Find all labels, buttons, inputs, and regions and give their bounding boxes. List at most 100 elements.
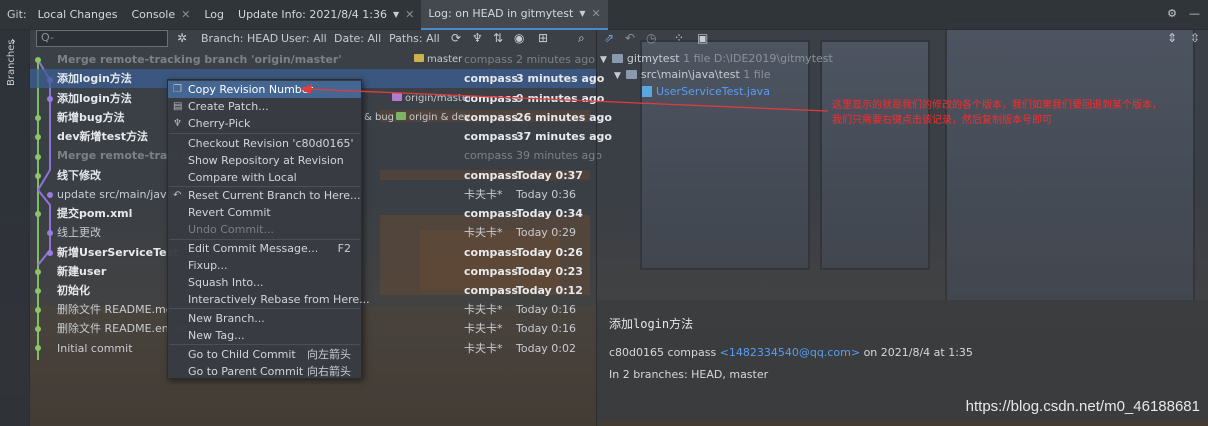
tag-icon <box>414 54 424 62</box>
tree-node-folder[interactable]: ▼ src\main\java\test 1 file <box>614 67 771 83</box>
tab-local-changes-label: Local Changes <box>37 8 118 21</box>
date-filter[interactable]: Date: All <box>334 32 381 45</box>
expand-triangle-icon[interactable]: ▼ <box>614 71 621 81</box>
tag-icon <box>392 93 402 101</box>
tree-node-root[interactable]: ▼ gitmytest 1 file D:\IDE2019\gitmytest <box>600 51 833 67</box>
menu-item-cherry-pick[interactable]: ♆ Cherry-Pick <box>168 115 361 132</box>
menu-item-create-patch[interactable]: ▤ Create Patch... <box>168 98 361 115</box>
git-label: Git: <box>7 8 27 21</box>
tab-console-label: Console <box>131 8 176 21</box>
menu-item-reset-branch[interactable]: ↶ Reset Current Branch to Here... <box>168 187 361 204</box>
collapse-all-icon[interactable]: ⇳ <box>1190 31 1200 45</box>
branch-tag: origin/master <box>392 89 472 108</box>
menu-item-show-repository[interactable]: Show Repository at Revision <box>168 152 361 169</box>
menu-item-new-branch[interactable]: New Branch... <box>168 310 361 327</box>
chevron-down-icon[interactable]: ▼ <box>579 9 585 18</box>
settings-icon[interactable]: ✲ <box>177 31 187 45</box>
menu-item-label: Cherry-Pick <box>188 117 251 130</box>
expand-all-icon[interactable]: ⇕ <box>1167 31 1177 45</box>
tab-log[interactable]: Log <box>197 0 231 30</box>
branches-label[interactable]: Branches <box>6 39 17 86</box>
commit-date: Today 0:29 <box>516 226 577 239</box>
close-icon[interactable]: ✕ <box>181 8 190 21</box>
close-icon[interactable]: ✕ <box>405 8 414 21</box>
tag-label: origin/master <box>405 93 473 104</box>
branches-strip: › Branches <box>0 30 30 426</box>
menu-item-new-tag[interactable]: New Tag... <box>168 327 361 344</box>
undo-icon: ↶ <box>173 190 182 201</box>
menu-item-go-parent[interactable]: Go to Parent Commit 向右箭头 <box>168 363 361 380</box>
refresh-icon[interactable]: ⟳ <box>451 31 461 45</box>
menu-item-go-child[interactable]: Go to Child Commit 向左箭头 <box>168 346 361 363</box>
open-new-tab-icon[interactable]: ⊞ <box>538 31 548 45</box>
menu-item-squash[interactable]: Squash Into... <box>168 274 361 291</box>
menu-item-rebase[interactable]: Interactively Rebase from Here... <box>168 291 370 308</box>
menu-item-checkout-revision[interactable]: Checkout Revision 'c80d0165' <box>168 135 361 152</box>
back-icon[interactable]: ↶ <box>625 31 635 45</box>
expand-triangle-icon[interactable]: ▼ <box>600 55 607 65</box>
menu-item-edit-message[interactable]: Edit Commit Message... F2 <box>168 240 361 257</box>
minimize-icon[interactable]: — <box>1189 7 1200 20</box>
eye-icon[interactable]: ◉ <box>514 31 524 45</box>
menu-item-label: New Branch... <box>188 312 265 325</box>
tab-console[interactable]: Console ✕ <box>124 0 197 30</box>
menu-item-compare-local[interactable]: Compare with Local <box>168 169 361 186</box>
menu-item-label: Go to Child Commit <box>188 348 296 361</box>
search-input[interactable]: Q- <box>36 30 168 47</box>
commit-author: compass <box>464 72 518 85</box>
tab-log-head[interactable]: Log: on HEAD in gitmytest ▼ ✕ <box>421 0 608 30</box>
pin-icon[interactable]: ⇗ <box>604 31 614 45</box>
commit-details-title: 添加login方法 <box>609 317 694 331</box>
layout-icon[interactable]: ▣ <box>697 31 708 45</box>
user-filter[interactable]: User: All <box>281 32 327 45</box>
close-icon[interactable]: ✕ <box>592 7 601 20</box>
branch-filter[interactable]: Branch: HEAD <box>201 32 278 45</box>
commit-date: 39 minutes ago <box>516 149 602 162</box>
cherry-pick-icon[interactable]: ♆ <box>472 31 483 45</box>
annotation-line: 这里显示的就是我们的修改的各个版本，我们如果我们要回退到某个版本， <box>832 100 1162 111</box>
tabbar-actions: ⚙ — <box>1167 7 1200 20</box>
commit-date: Today 0:26 <box>516 246 583 259</box>
tab-update-info[interactable]: Update Info: 2021/8/4 1:36 ▼ ✕ <box>231 0 421 30</box>
commit-author: compass <box>464 149 513 162</box>
tab-log-head-label: Log: on HEAD in gitmytest <box>428 7 574 20</box>
commit-author: compass <box>464 284 518 297</box>
commit-author: 卡夫卡* <box>464 342 503 355</box>
search-icon[interactable]: ⌕ <box>578 31 585 46</box>
commit-email-link[interactable]: <1482334540@qq.com> <box>720 346 860 359</box>
gear-icon[interactable]: ⚙ <box>1167 7 1177 20</box>
tab-local-changes[interactable]: Local Changes <box>31 0 125 30</box>
tag-label: master <box>427 54 463 65</box>
sort-icon[interactable]: ⇅ <box>493 31 503 45</box>
commit-branches: In 2 branches: HEAD, master <box>609 368 769 381</box>
commit-author: compass <box>464 265 518 278</box>
commit-author: 卡夫卡* <box>464 303 503 316</box>
paths-filter[interactable]: Paths: All <box>389 32 440 45</box>
commit-date-text: on 2021/8/4 at 1:35 <box>863 346 973 359</box>
menu-item-undo-commit[interactable]: Undo Commit... <box>168 221 361 238</box>
commit-date: 26 minutes ago <box>516 111 612 124</box>
tab-update-info-label: Update Info: 2021/8/4 1:36 <box>238 8 387 21</box>
tree-node-file[interactable]: UserServiceTest.java <box>642 84 770 100</box>
commit-author: compass <box>464 111 518 124</box>
tree-file-label: UserServiceTest.java <box>656 85 770 98</box>
menu-item-label: Show Repository at Revision <box>188 154 344 167</box>
annotation-line: 我们只需要右键点击该记录，然后复制版本号即可 <box>832 115 1052 126</box>
commit-author: compass <box>464 53 513 66</box>
commit-author: compass <box>464 130 518 143</box>
patch-icon: ▤ <box>173 101 183 112</box>
chevron-down-icon[interactable]: ▼ <box>393 10 399 19</box>
menu-separator <box>169 344 360 345</box>
history-icon[interactable]: ◷ <box>646 31 656 45</box>
menu-shortcut: 向左箭头 <box>307 348 351 361</box>
commit-details-author-line: c80d0165 compass <1482334540@qq.com> on … <box>609 346 973 359</box>
tree-folder-label: src\main\java\test <box>640 68 740 81</box>
menu-item-revert-commit[interactable]: Revert Commit <box>168 204 361 221</box>
group-icon[interactable]: ⁘ <box>674 31 684 45</box>
table-row[interactable]: Merge remote-tracking branch 'origin/mas… <box>30 50 596 69</box>
menu-item-label: Compare with Local <box>188 171 297 184</box>
menu-item-fixup[interactable]: Fixup... <box>168 257 361 274</box>
commit-author: compass <box>464 169 518 182</box>
commit-author: compass <box>464 246 518 259</box>
menu-item-copy-revision[interactable]: ❐ Copy Revision Number <box>168 81 361 98</box>
